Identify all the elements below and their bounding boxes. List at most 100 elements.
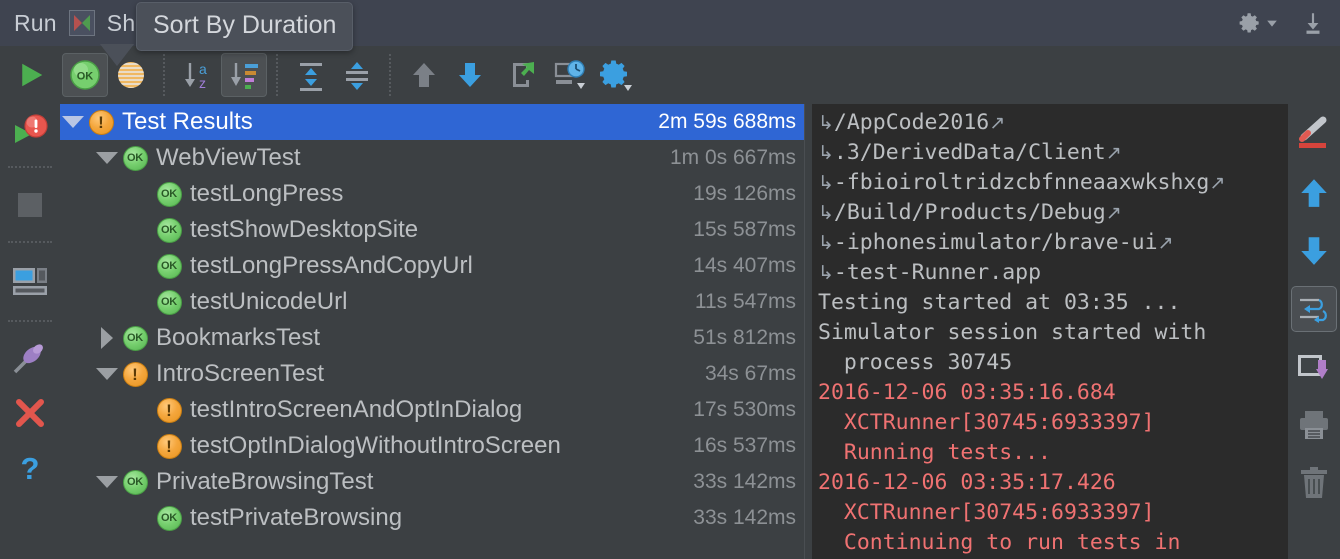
collapse-all-icon bbox=[340, 58, 374, 92]
wrap-end-icon: ↗ bbox=[1106, 142, 1122, 164]
run-tool-window: Run Sha bbox=[0, 0, 1340, 559]
toggle-layout-button[interactable] bbox=[0, 250, 60, 314]
twisty-toggle[interactable] bbox=[94, 140, 120, 176]
chevron-down-icon bbox=[62, 116, 84, 128]
collapse-all-button[interactable] bbox=[334, 53, 380, 97]
sort-by-duration-button[interactable] bbox=[221, 53, 267, 97]
table-row[interactable]: OK testLongPress 19s 126ms bbox=[60, 176, 804, 212]
status-badge: ! bbox=[154, 398, 184, 423]
test-name: testIntroScreenAndOptInDialog bbox=[184, 396, 522, 424]
svg-text:?: ? bbox=[21, 452, 40, 486]
console-line: XCTRunner[30745:6933397] bbox=[818, 500, 1155, 525]
console-line: 2016-12-06 03:35:16.684 bbox=[818, 380, 1116, 405]
table-row[interactable]: OK PrivateBrowsingTest 33s 142ms bbox=[60, 464, 804, 500]
wrap-end-icon: ↗ bbox=[989, 112, 1005, 134]
run-debug-icon[interactable] bbox=[69, 10, 95, 36]
rerun-failed-tests-button[interactable] bbox=[0, 104, 60, 160]
rail-separator bbox=[8, 320, 52, 323]
twisty-spacer bbox=[128, 212, 154, 248]
export-to-file-button[interactable] bbox=[1288, 338, 1340, 396]
test-duration: 11s 547ms bbox=[695, 290, 796, 314]
console-output[interactable]: ↳/AppCode2016↗ ↳.3/DerivedData/Client↗ ↳… bbox=[812, 104, 1288, 559]
test-duration: 33s 142ms bbox=[693, 470, 796, 494]
test-history-button[interactable] bbox=[547, 53, 593, 97]
table-row[interactable]: OK WebViewTest 1m 0s 667ms bbox=[60, 140, 804, 176]
test-duration: 17s 530ms bbox=[693, 398, 796, 422]
wrap-start-icon: ↳ bbox=[818, 262, 834, 284]
help-button[interactable]: ? bbox=[0, 441, 60, 497]
test-name: WebViewTest bbox=[150, 144, 301, 172]
toolbar-separator bbox=[389, 54, 392, 96]
table-row[interactable]: OK testLongPressAndCopyUrl 14s 407ms bbox=[60, 248, 804, 284]
wrap-start-icon: ↳ bbox=[818, 232, 834, 254]
tab-run[interactable]: Run bbox=[14, 10, 57, 37]
test-name: testLongPress bbox=[184, 180, 343, 208]
clear-all-button[interactable] bbox=[1288, 454, 1340, 512]
next-failed-button[interactable] bbox=[447, 53, 493, 97]
warning-icon: ! bbox=[89, 110, 114, 135]
scroll-down-button[interactable] bbox=[1288, 222, 1340, 280]
hide-tool-window-button[interactable] bbox=[1300, 10, 1326, 36]
test-toolbar: OK bbox=[0, 46, 1340, 104]
test-results-tree[interactable]: ! Test Results 2m 59s 688ms OK WebViewTe… bbox=[60, 104, 804, 559]
table-row[interactable]: ! Test Results 2m 59s 688ms bbox=[60, 104, 804, 140]
status-badge: ! bbox=[120, 362, 150, 387]
expand-all-button[interactable] bbox=[288, 53, 334, 97]
warning-icon: ! bbox=[157, 398, 182, 423]
test-duration: 51s 812ms bbox=[693, 326, 796, 350]
stop-button[interactable] bbox=[0, 175, 60, 235]
close-icon bbox=[13, 396, 47, 430]
test-duration: 33s 142ms bbox=[693, 506, 796, 530]
table-row[interactable]: OK testUnicodeUrl 11s 547ms bbox=[60, 284, 804, 320]
console-line: Simulator session started with bbox=[818, 320, 1206, 345]
twisty-spacer bbox=[128, 428, 154, 464]
test-name: BookmarksTest bbox=[150, 324, 320, 352]
rerun-button[interactable] bbox=[0, 60, 62, 90]
soft-wrap-button[interactable] bbox=[1291, 286, 1337, 332]
twisty-toggle[interactable] bbox=[94, 356, 120, 392]
ok-icon: OK bbox=[157, 182, 182, 207]
arrow-down-icon bbox=[1297, 234, 1331, 268]
ok-icon: OK bbox=[157, 290, 182, 315]
print-button[interactable] bbox=[1288, 396, 1340, 454]
table-row[interactable]: ! testIntroScreenAndOptInDialog 17s 530m… bbox=[60, 392, 804, 428]
wrap-end-icon: ↗ bbox=[1209, 172, 1225, 194]
console-line: -fbioiroltridzcbfnneaaxwkshxg bbox=[834, 170, 1209, 195]
play-icon bbox=[16, 60, 46, 90]
table-row[interactable]: ! IntroScreenTest 34s 67ms bbox=[60, 356, 804, 392]
sort-alphabetically-button[interactable]: a z bbox=[175, 53, 221, 97]
arrow-up-icon bbox=[1297, 176, 1331, 210]
chevron-down-icon bbox=[1266, 17, 1278, 29]
twisty-toggle[interactable] bbox=[94, 464, 120, 500]
history-icon bbox=[553, 58, 587, 92]
table-row[interactable]: OK testPrivateBrowsing 33s 142ms bbox=[60, 500, 804, 536]
pin-tab-button[interactable] bbox=[0, 329, 60, 385]
test-name: Test Results bbox=[116, 108, 253, 136]
sort-az-icon: a z bbox=[181, 58, 215, 92]
settings-gear-button[interactable] bbox=[1237, 10, 1278, 36]
highlight-button[interactable] bbox=[1288, 104, 1340, 164]
help-icon: ? bbox=[13, 452, 47, 486]
export-results-button[interactable] bbox=[501, 53, 547, 97]
status-badge: ! bbox=[86, 110, 116, 135]
settings-button[interactable] bbox=[593, 53, 639, 97]
rail-separator bbox=[8, 241, 52, 244]
rerun-failed-tests-icon bbox=[10, 112, 50, 152]
scroll-up-button[interactable] bbox=[1288, 164, 1340, 222]
table-row[interactable]: ! testOptInDialogWithoutIntroScreen 16s … bbox=[60, 428, 804, 464]
arrow-down-icon bbox=[454, 59, 486, 91]
test-name: testLongPressAndCopyUrl bbox=[184, 252, 473, 280]
warning-icon: ! bbox=[123, 362, 148, 387]
wrap-start-icon: ↳ bbox=[818, 142, 834, 164]
ok-icon: OK bbox=[157, 506, 182, 531]
twisty-toggle[interactable] bbox=[60, 104, 86, 140]
twisty-toggle[interactable] bbox=[94, 320, 120, 356]
test-name: IntroScreenTest bbox=[150, 360, 324, 388]
highlight-icon bbox=[1295, 115, 1333, 153]
prev-failed-button[interactable] bbox=[401, 53, 447, 97]
table-row[interactable]: OK BookmarksTest 51s 812ms bbox=[60, 320, 804, 356]
test-name: testUnicodeUrl bbox=[184, 288, 347, 316]
table-row[interactable]: OK testShowDesktopSite 15s 587ms bbox=[60, 212, 804, 248]
close-button[interactable] bbox=[0, 385, 60, 441]
status-badge: OK bbox=[120, 326, 150, 351]
